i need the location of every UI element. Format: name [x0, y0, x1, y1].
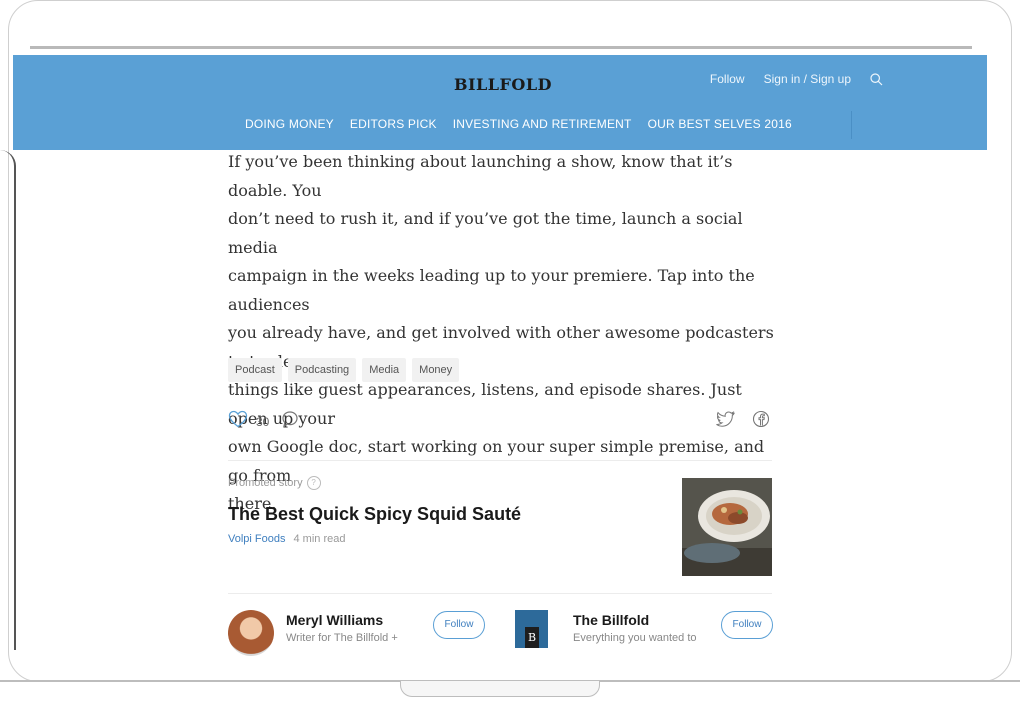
- tag-money[interactable]: Money: [412, 358, 460, 382]
- promoted-thumbnail[interactable]: [682, 478, 772, 576]
- article-actions: 30: [228, 410, 299, 433]
- facebook-icon[interactable]: [752, 410, 770, 433]
- publication-logo[interactable]: B: [515, 610, 548, 648]
- bezel-edge: [0, 150, 16, 650]
- help-icon[interactable]: ?: [306, 476, 321, 490]
- author-name[interactable]: Meryl Williams: [286, 612, 383, 628]
- nav-item-best-selves-2016[interactable]: OUR BEST SELVES 2016: [648, 117, 792, 131]
- article-line: If you’ve been thinking about launching …: [228, 152, 733, 200]
- article-line: things like guest appearances, listens, …: [228, 380, 742, 428]
- tag-list: Podcast Podcasting Media Money: [228, 358, 460, 382]
- heart-icon[interactable]: [228, 410, 248, 433]
- section-nav: DOING MONEY EDITORS PICK INVESTING AND R…: [245, 117, 792, 131]
- article-line: campaign in the weeks leading up to your…: [228, 266, 755, 314]
- tag-podcasting[interactable]: Podcasting: [287, 358, 357, 382]
- comment-icon[interactable]: [281, 410, 299, 433]
- promoted-meta: Volpi Foods 4 min read: [228, 533, 345, 545]
- promoted-label-text: Promoted story: [228, 477, 303, 489]
- publication-logo-letter: B: [525, 627, 539, 648]
- search-icon[interactable]: [870, 72, 883, 86]
- laptop-notch: [400, 681, 600, 697]
- sign-in-link[interactable]: Sign in / Sign up: [764, 72, 851, 86]
- nav-item-doing-money[interactable]: DOING MONEY: [245, 117, 334, 131]
- tag-podcast[interactable]: Podcast: [228, 358, 282, 382]
- share-actions: [716, 410, 770, 433]
- nav-divider: [851, 111, 852, 139]
- tag-media[interactable]: Media: [362, 358, 407, 382]
- follow-link[interactable]: Follow: [710, 72, 745, 86]
- header-actions: Follow Sign in / Sign up: [710, 72, 883, 86]
- follow-publication-button[interactable]: Follow: [721, 611, 773, 639]
- publication-name[interactable]: The Billfold: [573, 612, 649, 628]
- nav-item-investing-retirement[interactable]: INVESTING AND RETIREMENT: [453, 117, 632, 131]
- section-divider: [228, 460, 772, 461]
- site-header: BILLFOLD Follow Sign in / Sign up DOING …: [13, 55, 987, 150]
- publication-bio: Everything you wanted to: [573, 632, 697, 644]
- promoted-title[interactable]: The Best Quick Spicy Squid Sauté: [228, 504, 521, 525]
- follow-author-button[interactable]: Follow: [433, 611, 485, 639]
- promoted-author[interactable]: Volpi Foods: [228, 533, 285, 545]
- promoted-read-time: 4 min read: [293, 533, 346, 545]
- nav-item-editors-pick[interactable]: EDITORS PICK: [350, 117, 437, 131]
- article-line: don’t need to rush it, and if you’ve got…: [228, 209, 743, 257]
- author-bio: Writer for The Billfold +: [286, 632, 398, 644]
- promoted-label: Promoted story ?: [228, 476, 321, 490]
- like-count: 30: [256, 414, 270, 429]
- site-logo[interactable]: BILLFOLD: [453, 75, 553, 94]
- article-body: If you’ve been thinking about launching …: [228, 148, 776, 519]
- section-divider: [228, 593, 772, 594]
- twitter-icon[interactable]: [716, 410, 736, 433]
- avatar[interactable]: [228, 610, 274, 656]
